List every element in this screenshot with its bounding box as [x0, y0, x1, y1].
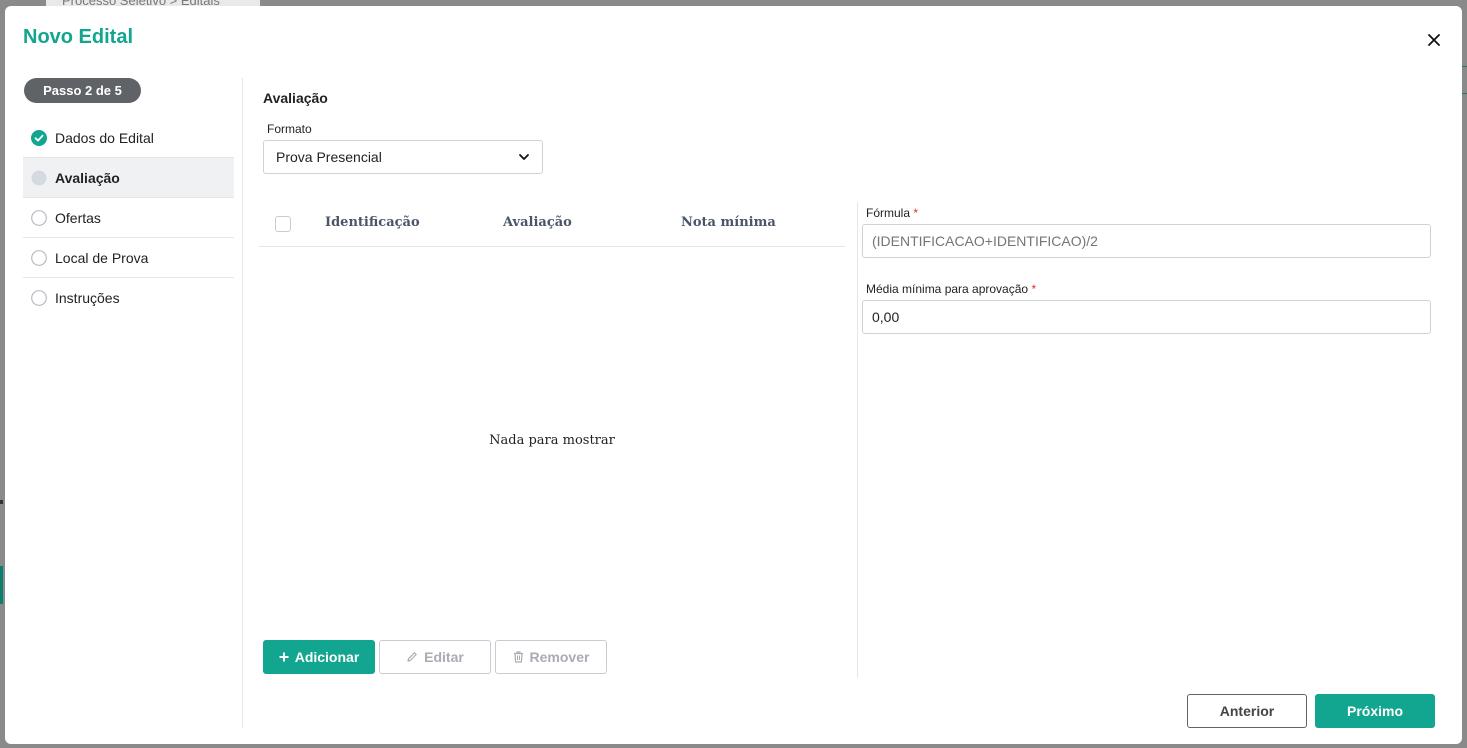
remove-button-label: Remover: [529, 649, 590, 665]
media-minima-label-text: Média mínima para aprovação: [866, 282, 1029, 296]
required-mark: *: [1031, 282, 1037, 296]
panel-divider: [857, 202, 858, 678]
select-all-checkbox[interactable]: [275, 216, 291, 232]
media-minima-label: Média mínima para aprovação *: [866, 282, 1036, 296]
modal-title: Novo Edital: [23, 26, 134, 48]
edit-button-label: Editar: [424, 649, 464, 665]
table-empty-message: Nada para mostrar: [489, 433, 615, 448]
formato-select[interactable]: Prova Presencial: [263, 140, 543, 174]
background-sidebar-accent: [0, 566, 3, 604]
current-step-circle-icon: [31, 170, 47, 186]
section-title: Avaliação: [263, 90, 328, 106]
formato-selected-value: Prova Presencial: [276, 149, 382, 165]
step-avaliacao[interactable]: Avaliação: [23, 158, 234, 198]
media-minima-input[interactable]: 0,00: [862, 300, 1431, 334]
media-minima-value: 0,00: [872, 309, 900, 325]
required-mark: *: [913, 206, 919, 220]
trash-icon: [513, 651, 524, 663]
step-label: Dados do Edital: [55, 129, 154, 146]
add-button[interactable]: Adicionar: [263, 640, 375, 674]
next-button[interactable]: Próximo: [1315, 694, 1435, 728]
steps-divider: [242, 78, 243, 728]
step-local-de-prova[interactable]: Local de Prova: [23, 238, 234, 278]
column-header-nota-minima[interactable]: Nota mínima: [681, 215, 776, 230]
next-button-label: Próximo: [1346, 703, 1403, 719]
step-ofertas[interactable]: Ofertas: [23, 198, 234, 238]
steps-nav: Dados do Edital Avaliação Ofertas Local …: [23, 118, 234, 318]
check-circle-icon: [31, 129, 47, 146]
remove-button[interactable]: Remover: [495, 640, 607, 674]
plus-icon: [279, 652, 289, 662]
previous-button-label: Anterior: [1219, 703, 1275, 719]
previous-button[interactable]: Anterior: [1187, 694, 1307, 728]
step-progress-badge: Passo 2 de 5: [24, 78, 141, 103]
pencil-icon: [406, 651, 418, 663]
formula-label-text: Fórmula: [866, 206, 911, 220]
close-icon: [1428, 34, 1440, 46]
formula-label: Fórmula *: [866, 206, 918, 220]
formula-input[interactable]: [862, 224, 1431, 258]
step-dados-do-edital[interactable]: Dados do Edital: [23, 118, 234, 158]
edit-button[interactable]: Editar: [379, 640, 491, 674]
step-instrucoes[interactable]: Instruções: [23, 278, 234, 318]
evaluations-table-header: Identificação Avaliação Nota mínima: [259, 202, 845, 247]
column-header-avaliacao[interactable]: Avaliação: [503, 215, 572, 230]
step-label: Instruções: [55, 290, 120, 306]
column-header-identificacao[interactable]: Identificação: [325, 215, 420, 230]
background-marker: [0, 500, 3, 504]
add-button-label: Adicionar: [294, 649, 360, 665]
close-button[interactable]: [1424, 30, 1444, 50]
formato-label: Formato: [267, 122, 312, 136]
step-label: Local de Prova: [55, 249, 149, 266]
step-label: Ofertas: [55, 209, 101, 226]
empty-circle-icon: [31, 290, 47, 306]
empty-circle-icon: [31, 249, 47, 266]
step-label: Avaliação: [55, 169, 120, 186]
chevron-down-icon: [519, 154, 529, 160]
empty-circle-icon: [31, 209, 47, 226]
new-edital-modal: Novo Edital Passo 2 de 5 Dados do Edital…: [5, 6, 1462, 744]
